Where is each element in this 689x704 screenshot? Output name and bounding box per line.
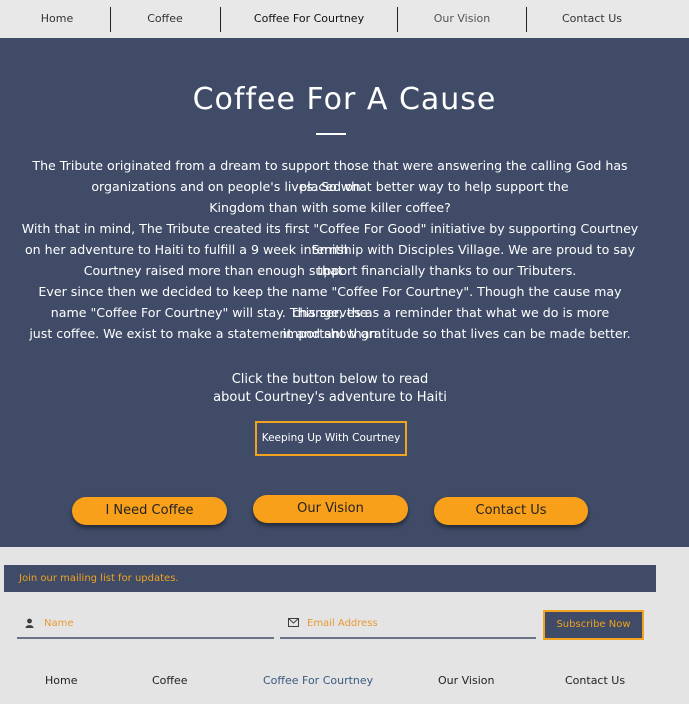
footer-nav-coffee-for-courtney[interactable]: Coffee For Courtney: [263, 672, 373, 690]
nav-divider: [526, 7, 527, 32]
mailing-list-banner: Join our mailing list for updates.: [4, 565, 656, 592]
nav-our-vision[interactable]: Our Vision: [412, 0, 512, 38]
nav-home[interactable]: Home: [17, 0, 97, 38]
our-vision-button[interactable]: Our Vision: [253, 495, 408, 523]
envelope-icon: [288, 618, 299, 630]
hero-text-line: organizations and on people's lives. So …: [91, 179, 569, 194]
nav-coffee-for-courtney[interactable]: Coffee For Courtney: [234, 0, 384, 38]
nav-coffee[interactable]: Coffee: [125, 0, 205, 38]
hero-text-line: Courtney raised more than enough support…: [83, 263, 577, 278]
footer-nav-contact-us[interactable]: Contact Us: [565, 672, 625, 690]
name-field[interactable]: Name: [17, 610, 274, 639]
mailing-list-heading: Join our mailing list for updates.: [19, 573, 179, 584]
cta-text-line: Click the button below to read: [231, 372, 429, 387]
footer-nav-our-vision[interactable]: Our Vision: [438, 672, 494, 690]
hero-text-line: just coffee. We exist to make a statemen…: [29, 326, 631, 341]
email-placeholder: Email Address: [307, 618, 378, 629]
top-nav: Home Coffee Coffee For Courtney Our Visi…: [0, 0, 689, 38]
hero-text-line: Kingdom than with some killer coffee?: [209, 200, 451, 215]
user-icon: [25, 618, 34, 631]
name-placeholder: Name: [44, 618, 74, 629]
cta-text-line: about Courtney's adventure to Haiti: [213, 390, 447, 405]
nav-contact-us[interactable]: Contact Us: [542, 0, 642, 38]
hero-section: Coffee For A Cause The Tribute originate…: [0, 38, 689, 547]
title-divider: [316, 133, 346, 135]
page-title: Coffee For A Cause: [192, 82, 497, 117]
nav-divider: [220, 7, 221, 32]
subscribe-button[interactable]: Subscribe Now: [543, 610, 644, 640]
footer-nav-coffee[interactable]: Coffee: [152, 672, 188, 690]
keeping-up-with-courtney-button[interactable]: Keeping Up With Courtney: [255, 421, 407, 456]
email-field[interactable]: Email Address: [280, 610, 536, 639]
i-need-coffee-button[interactable]: I Need Coffee: [72, 497, 227, 525]
footer-nav-home[interactable]: Home: [45, 672, 77, 690]
nav-divider: [397, 7, 398, 32]
nav-divider: [110, 7, 111, 32]
contact-us-button[interactable]: Contact Us: [434, 497, 588, 525]
